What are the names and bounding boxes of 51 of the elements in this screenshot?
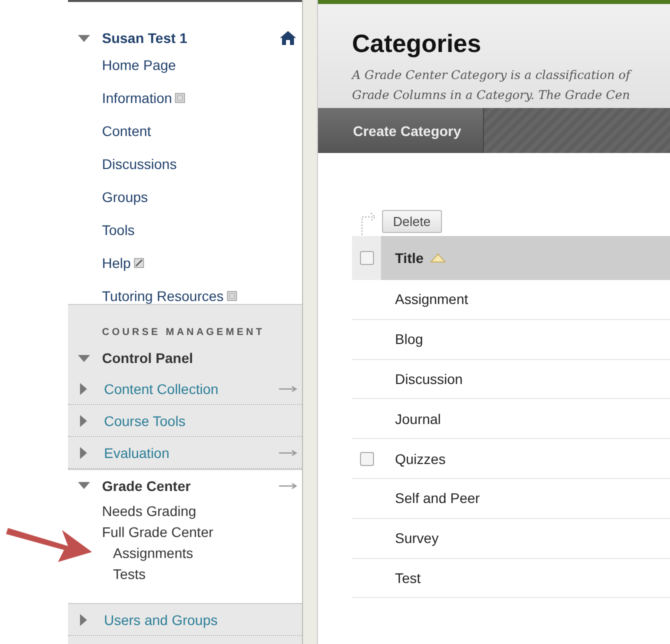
- control-panel-link[interactable]: Grade Center: [102, 478, 279, 494]
- submenu-link[interactable]: Full Grade Center: [102, 522, 214, 543]
- course-menu-link[interactable]: Help: [102, 254, 131, 270]
- create-category-button[interactable]: Create Category: [318, 108, 484, 153]
- table-cell-text: Survey: [394, 529, 439, 548]
- course-title[interactable]: Susan Test 1: [102, 30, 280, 46]
- table-cell-text: Discussion: [394, 370, 463, 389]
- section-heading: COURSE MANAGEMENT: [101, 326, 266, 340]
- delete-button[interactable]: Delete: [382, 210, 442, 233]
- home-icon[interactable]: [280, 31, 296, 45]
- table-cell-text: Blog: [394, 330, 424, 350]
- table-cell-text: Journal: [394, 410, 441, 429]
- course-menu-link[interactable]: Information: [102, 90, 172, 106]
- right-arrow-icon[interactable]: [279, 386, 297, 392]
- control-panel-link[interactable]: Course Tools: [104, 412, 298, 428]
- content-area-icon: [175, 92, 186, 102]
- column-title[interactable]: Title: [395, 250, 424, 266]
- expand-triangle-icon[interactable]: [80, 614, 87, 626]
- course-menu-link[interactable]: Tools: [102, 222, 135, 238]
- control-panel-link[interactable]: Users and Groups: [104, 612, 298, 628]
- content-area-icon: [226, 290, 237, 300]
- course-menu-link[interactable]: Content: [102, 122, 152, 138]
- external-link-icon: [134, 258, 144, 268]
- submenu-link[interactable]: Assignments: [113, 543, 194, 564]
- select-all-checkbox[interactable]: [360, 251, 374, 265]
- row-checkbox[interactable]: [360, 452, 374, 466]
- course-menu-link[interactable]: Discussions: [102, 156, 177, 172]
- submenu-link[interactable]: Tests: [113, 564, 146, 585]
- page-description: A Grade Center Category is a classification of: [352, 67, 633, 84]
- table-cell-text: Quizzes: [394, 450, 446, 469]
- course-menu-link[interactable]: Tutoring Resources: [102, 288, 224, 304]
- right-arrow-icon[interactable]: [279, 482, 297, 488]
- submenu-link[interactable]: Needs Grading: [102, 501, 196, 522]
- expand-triangle-icon[interactable]: [80, 414, 87, 426]
- expand-triangle-icon[interactable]: [78, 354, 90, 362]
- expand-triangle-icon[interactable]: [78, 34, 90, 42]
- table-cell-text: Test: [394, 568, 421, 588]
- control-panel-link[interactable]: Content Collection: [104, 380, 279, 396]
- page-title: Categories: [352, 30, 482, 59]
- expand-triangle-icon[interactable]: [80, 382, 87, 394]
- expand-triangle-icon[interactable]: [78, 482, 90, 489]
- page-description: Grade Columns in a Category. The Grade Cen: [352, 87, 631, 104]
- course-menu-link[interactable]: Groups: [102, 188, 148, 204]
- control-panel-title: Control Panel: [102, 350, 194, 366]
- table-cell-text: Assignment: [394, 290, 468, 310]
- expand-triangle-icon[interactable]: [80, 446, 87, 458]
- column-header[interactable]: Title: [381, 236, 670, 280]
- course-menu-link[interactable]: Home Page: [102, 56, 176, 72]
- right-arrow-icon[interactable]: [279, 450, 297, 456]
- control-panel-link[interactable]: Evaluation: [104, 444, 279, 460]
- table-cell-text: Self and Peer: [394, 489, 480, 508]
